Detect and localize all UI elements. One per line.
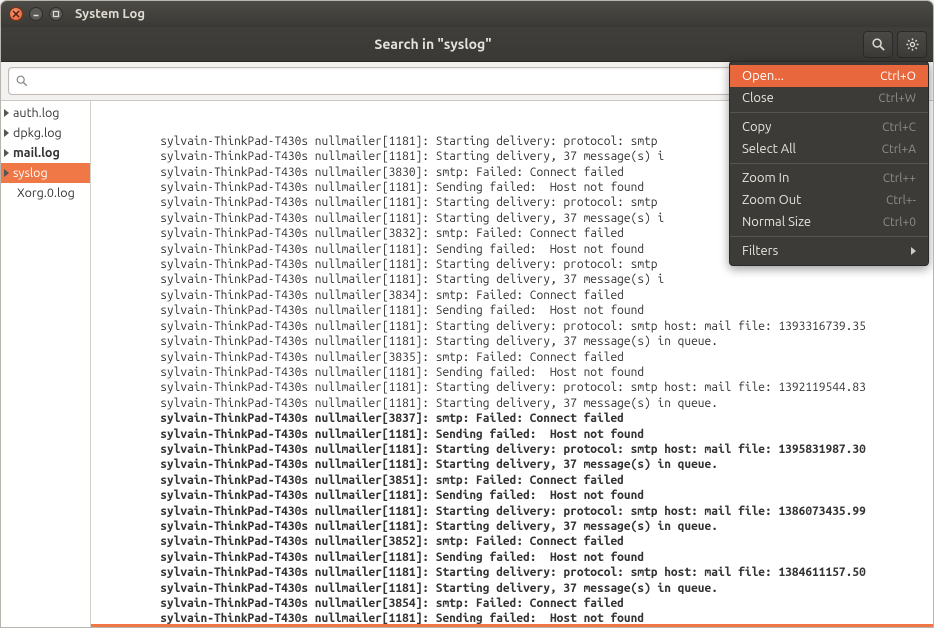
- toolbar: Search in "syslog": [1, 27, 933, 62]
- sidebar-item-label: dpkg.log: [13, 126, 62, 140]
- menu-item-select-all[interactable]: Select All Ctrl+A: [730, 138, 928, 160]
- menu-item-open[interactable]: Open... Ctrl+O: [730, 65, 928, 87]
- log-line: sylvain-ThinkPad-T430s nullmailer[1181]:…: [93, 550, 931, 565]
- sidebar-item-mail-log[interactable]: mail.log: [1, 143, 90, 163]
- log-line: sylvain-ThinkPad-T430s nullmailer[1181]:…: [93, 319, 931, 334]
- menu-item-zoom-in[interactable]: Zoom In Ctrl++: [730, 167, 928, 189]
- sidebar-item-auth-log[interactable]: auth.log: [1, 103, 90, 123]
- settings-menu: Open... Ctrl+O Close Ctrl+W Copy Ctrl+C Select…: [729, 61, 929, 266]
- menu-item-normal-size[interactable]: Normal Size Ctrl+0: [730, 211, 928, 233]
- search-button[interactable]: [863, 31, 893, 58]
- sidebar-item-label: mail.log: [13, 146, 60, 160]
- window-controls: [9, 7, 63, 21]
- log-line: sylvain-ThinkPad-T430s nullmailer[3835]:…: [93, 350, 931, 365]
- menu-item-accelerator: Ctrl+A: [882, 143, 916, 156]
- log-file-sidebar: auth.log dpkg.log mail.log syslog Xorg.0.log: [1, 101, 91, 627]
- search-icon: [15, 74, 29, 88]
- sidebar-item-Xorg-0-log[interactable]: Xorg.0.log: [1, 183, 90, 203]
- toolbar-title: Search in "syslog": [7, 36, 859, 52]
- gear-icon: [905, 37, 920, 52]
- log-line: sylvain-ThinkPad-T430s nullmailer[3851]:…: [93, 473, 931, 488]
- menu-item-copy[interactable]: Copy Ctrl+C: [730, 116, 928, 138]
- log-line: sylvain-ThinkPad-T430s nullmailer[3834]:…: [93, 288, 931, 303]
- sidebar-item-syslog[interactable]: syslog: [1, 163, 90, 183]
- menu-separator: [730, 112, 928, 113]
- search-icon: [871, 37, 886, 52]
- maximize-window-button[interactable]: [49, 7, 63, 21]
- log-line: sylvain-ThinkPad-T430s nullmailer[3854]:…: [93, 596, 931, 611]
- menu-item-accelerator: Ctrl+0: [883, 216, 916, 229]
- menu-item-label: Zoom Out: [742, 193, 801, 207]
- log-line: sylvain-ThinkPad-T430s nullmailer[1181]:…: [93, 519, 931, 534]
- log-line: sylvain-ThinkPad-T430s nullmailer[1181]:…: [93, 457, 931, 472]
- menu-item-label: Close: [742, 91, 774, 105]
- menu-item-accelerator: Ctrl+O: [880, 70, 916, 83]
- log-line: sylvain-ThinkPad-T430s nullmailer[1181]:…: [93, 581, 931, 596]
- menu-item-label: Select All: [742, 142, 796, 156]
- menu-item-label: Filters: [742, 244, 778, 258]
- close-window-button[interactable]: [9, 7, 23, 21]
- menu-item-accelerator: Ctrl++: [883, 172, 916, 185]
- titlebar: System Log: [1, 1, 933, 27]
- menu-item-label: Zoom In: [742, 171, 789, 185]
- log-line: sylvain-ThinkPad-T430s nullmailer[1181]:…: [93, 504, 931, 519]
- menu-item-zoom-out[interactable]: Zoom Out Ctrl+-: [730, 189, 928, 211]
- minimize-window-button[interactable]: [29, 7, 43, 21]
- log-line: sylvain-ThinkPad-T430s nullmailer[1181]:…: [93, 442, 931, 457]
- submenu-arrow-icon: [911, 247, 916, 255]
- log-line: sylvain-ThinkPad-T430s nullmailer[1181]:…: [93, 334, 931, 349]
- expand-icon: [4, 149, 9, 157]
- log-line: sylvain-ThinkPad-T430s nullmailer[1181]:…: [93, 272, 931, 287]
- window-title: System Log: [75, 7, 145, 21]
- maximize-icon: [52, 10, 60, 18]
- menu-item-accelerator: Ctrl+W: [878, 92, 916, 105]
- selection-indicator-bar: [91, 624, 933, 627]
- log-line: sylvain-ThinkPad-T430s nullmailer[1181]:…: [93, 396, 931, 411]
- settings-button[interactable]: [897, 31, 927, 58]
- menu-item-accelerator: Ctrl+C: [882, 121, 916, 134]
- log-line: sylvain-ThinkPad-T430s nullmailer[1181]:…: [93, 488, 931, 503]
- sidebar-item-label: Xorg.0.log: [17, 186, 75, 200]
- menu-item-accelerator: Ctrl+-: [886, 194, 916, 207]
- expand-icon: [4, 109, 9, 117]
- menu-item-label: Open...: [742, 69, 784, 83]
- menu-item-label: Normal Size: [742, 215, 811, 229]
- log-line: sylvain-ThinkPad-T430s nullmailer[1181]:…: [93, 365, 931, 380]
- app-window: System Log Search in "syslog" auth.log dp…: [0, 0, 934, 628]
- log-line: sylvain-ThinkPad-T430s nullmailer[1181]:…: [93, 565, 931, 580]
- minimize-icon: [32, 10, 40, 18]
- menu-item-filters[interactable]: Filters: [730, 240, 928, 262]
- sidebar-item-dpkg-log[interactable]: dpkg.log: [1, 123, 90, 143]
- expand-icon: [4, 169, 9, 177]
- menu-item-close[interactable]: Close Ctrl+W: [730, 87, 928, 109]
- log-line: sylvain-ThinkPad-T430s nullmailer[1181]:…: [93, 380, 931, 395]
- log-line: sylvain-ThinkPad-T430s nullmailer[3852]:…: [93, 534, 931, 549]
- menu-separator: [730, 163, 928, 164]
- expand-icon: [4, 129, 9, 137]
- sidebar-item-label: syslog: [13, 166, 48, 180]
- log-line: sylvain-ThinkPad-T430s nullmailer[1181]:…: [93, 427, 931, 442]
- menu-separator: [730, 236, 928, 237]
- log-line: sylvain-ThinkPad-T430s nullmailer[1181]:…: [93, 303, 931, 318]
- sidebar-item-label: auth.log: [13, 106, 59, 120]
- menu-item-label: Copy: [742, 120, 771, 134]
- close-icon: [12, 10, 20, 18]
- log-line: sylvain-ThinkPad-T430s nullmailer[3837]:…: [93, 411, 931, 426]
